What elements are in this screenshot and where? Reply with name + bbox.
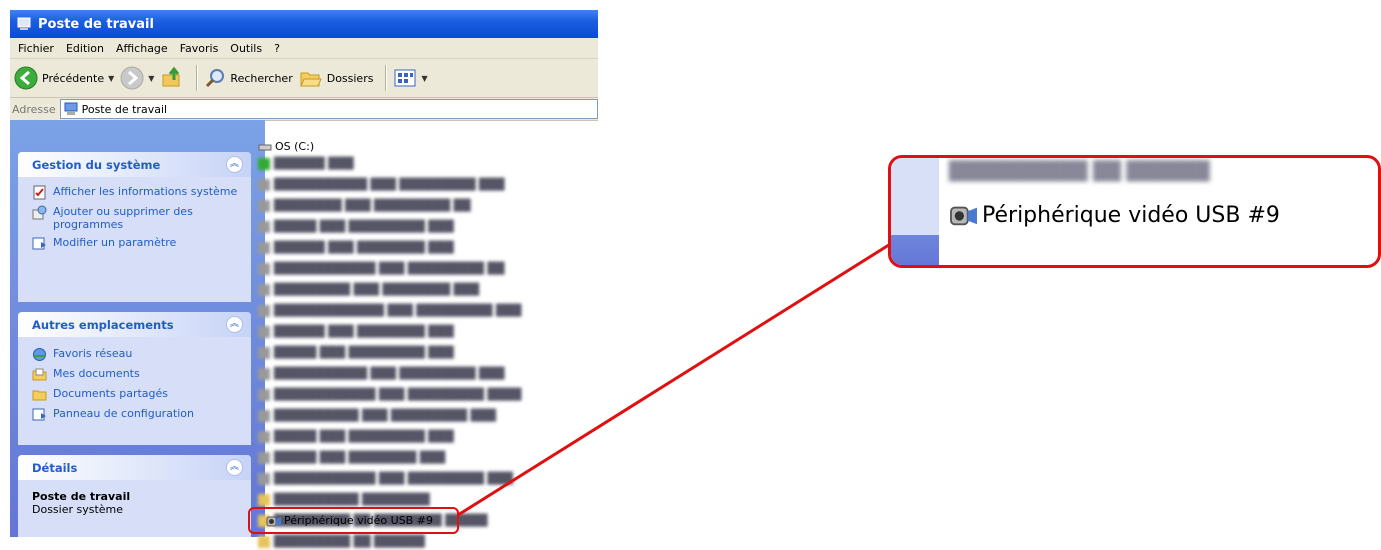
webcam-icon xyxy=(950,206,977,226)
callout-device-item: Périphérique vidéo USB #9 xyxy=(949,202,1280,228)
callout-connector-line xyxy=(457,241,893,517)
callout-blurred-item: ██████████ ██ ██████ xyxy=(949,161,1210,182)
callout-taskpane-edge xyxy=(891,158,939,265)
callout-device-label: Périphérique vidéo USB #9 xyxy=(982,202,1280,228)
zoom-callout: ██████████ ██ ██████ Périphérique vidéo … xyxy=(888,155,1381,268)
